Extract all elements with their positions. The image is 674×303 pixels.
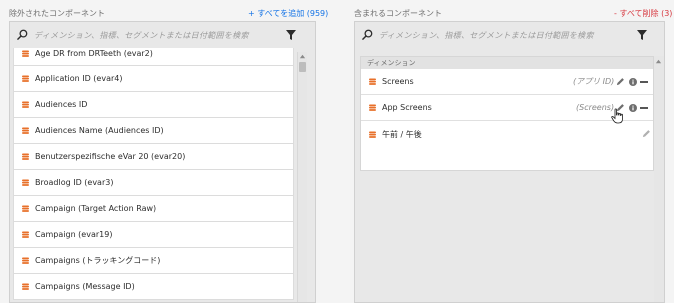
list-item-label: Broadlog ID (evar3) (35, 178, 114, 187)
list-item-label: Campaign (evar19) (35, 230, 113, 239)
pencil-icon[interactable] (642, 129, 651, 138)
dimension-icon (22, 49, 29, 57)
filter-icon[interactable] (636, 29, 648, 41)
list-item-label: Audiences ID (35, 100, 88, 109)
list-item[interactable]: App Screens (Screens) (361, 95, 653, 124)
scrollbar-thumb[interactable] (299, 62, 306, 72)
list-item[interactable]: Application ID (evar4) (13, 66, 294, 92)
dimension-icon (22, 75, 29, 82)
list-item[interactable]: Campaigns (Message ID) (13, 274, 294, 300)
excluded-list-scrollbar[interactable] (297, 52, 307, 302)
list-item-label: 午前 / 午後 (382, 129, 422, 139)
dimension-icon (369, 78, 376, 85)
dimension-icon (22, 257, 29, 264)
list-item-label: Campaign (Target Action Raw) (35, 204, 157, 213)
list-item-label: Screens (382, 77, 414, 86)
dimension-icon (22, 231, 29, 238)
dimension-icon (22, 283, 29, 290)
search-input[interactable]: ディメンション、指標、セグメントまたは日付範囲を検索 (379, 30, 594, 41)
included-list-scrollbar[interactable] (654, 56, 664, 302)
list-item[interactable]: Broadlog ID (evar3) (13, 170, 294, 196)
list-item-label: Application ID (evar4) (35, 74, 123, 83)
remove-all-button[interactable]: - すべて削除 (3) (614, 8, 672, 19)
list-item-label: App Screens (382, 103, 432, 112)
dimension-icon (22, 153, 29, 160)
list-item[interactable]: Age DR from DRTeeth (evar2) (13, 48, 294, 66)
list-item[interactable]: Screens (アプリ ID) (361, 69, 653, 95)
list-item[interactable]: 午前 / 午後 (361, 121, 653, 147)
component-source-label: (Screens) (576, 103, 615, 112)
dimension-icon (22, 179, 29, 186)
search-icon (17, 29, 28, 40)
scroll-up-arrow-icon[interactable] (299, 53, 306, 60)
dimension-icon (369, 130, 376, 138)
excluded-search-bar[interactable]: ディメンション、指標、セグメントまたは日付範囲を検索 (10, 22, 315, 48)
list-item-label: Benutzerspezifische eVar 20 (evar20) (35, 152, 186, 161)
list-item[interactable]: Campaign (evar19) (13, 222, 294, 248)
list-item[interactable]: Campaigns (トラッキングコード) (13, 248, 294, 274)
info-icon[interactable] (629, 104, 637, 112)
dimension-icon (22, 127, 29, 134)
excluded-components-title: 除外されたコンポーネント (9, 9, 105, 18)
included-components-list: ディメンション Screens (アプリ ID) App Screens (Sc… (360, 56, 654, 171)
add-all-button[interactable]: + すべてを追加 (959) (248, 8, 328, 19)
list-item[interactable]: Audiences Name (Audiences ID) (13, 118, 294, 144)
remove-icon[interactable] (640, 78, 648, 86)
search-icon (362, 29, 373, 40)
list-item-label: Campaigns (Message ID) (35, 282, 135, 291)
pencil-icon[interactable] (616, 77, 625, 86)
dimension-icon (22, 101, 29, 108)
list-item[interactable]: Campaign (Target Action Raw) (13, 196, 294, 222)
filter-icon[interactable] (285, 29, 297, 41)
list-item-label: Age DR from DRTeeth (evar2) (35, 48, 153, 58)
info-icon[interactable] (629, 78, 637, 86)
list-item[interactable]: Audiences ID (13, 92, 294, 118)
component-source-label: (アプリ ID) (573, 77, 615, 86)
list-item-label: Audiences Name (Audiences ID) (35, 126, 164, 135)
excluded-components-panel: ディメンション、指標、セグメントまたは日付範囲を検索 Age DR from D… (9, 21, 316, 303)
list-item-label: Campaigns (トラッキングコード) (35, 256, 161, 265)
scroll-up-arrow-icon[interactable] (655, 58, 662, 65)
dimension-icon (22, 205, 29, 212)
included-components-title: 含まれるコンポーネント (354, 9, 442, 18)
remove-icon[interactable] (640, 104, 648, 112)
dimensions-section-header: ディメンション (361, 57, 653, 69)
excluded-components-list: Age DR from DRTeeth (evar2) Application … (13, 48, 294, 302)
list-item[interactable]: Benutzerspezifische eVar 20 (evar20) (13, 144, 294, 170)
included-components-panel: ディメンション、指標、セグメントまたは日付範囲を検索 ディメンション Scree… (354, 21, 665, 303)
included-search-bar[interactable]: ディメンション、指標、セグメントまたは日付範囲を検索 (355, 22, 664, 48)
search-input[interactable]: ディメンション、指標、セグメントまたは日付範囲を検索 (34, 30, 249, 41)
dimension-icon (369, 104, 376, 111)
